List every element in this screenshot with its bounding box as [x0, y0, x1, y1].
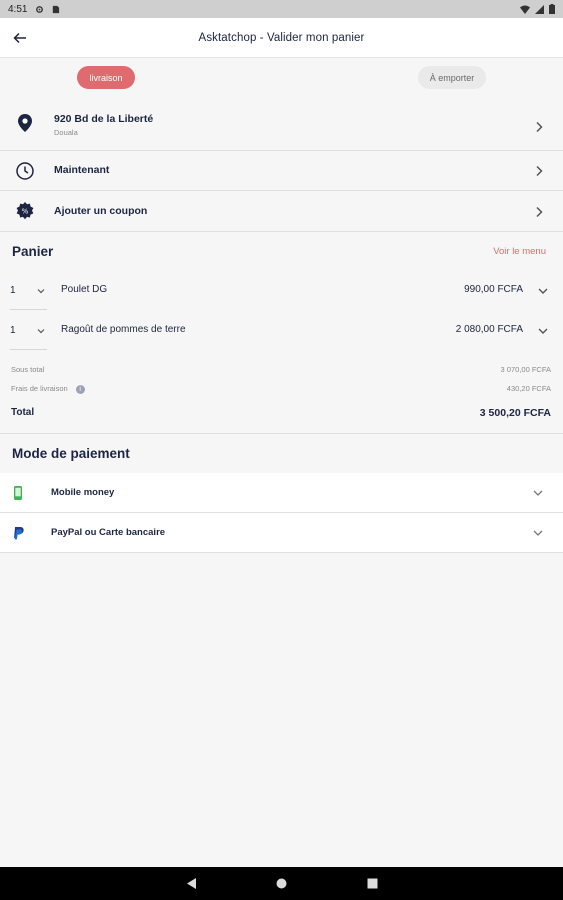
cart-item-price: 990,00 FCFA [464, 284, 523, 295]
mobile-phone-icon [12, 485, 24, 501]
delivery-option[interactable]: livraison [77, 66, 135, 89]
payment-method-paypal[interactable]: PayPal ou Carte bancaire [0, 513, 563, 553]
settings-icon [36, 5, 44, 13]
back-button[interactable] [10, 28, 30, 48]
delivery-fee-value: 430,20 FCFA [506, 384, 551, 393]
cart-item-price: 2 080,00 FCFA [455, 324, 523, 335]
chevron-right-icon [536, 165, 543, 177]
svg-text:%: % [22, 208, 29, 216]
view-menu-link[interactable]: Voir le menu [493, 246, 546, 257]
payment-title: Mode de paiement [12, 446, 130, 461]
chevron-right-icon [536, 121, 543, 133]
delivery-time-label: Maintenant [54, 164, 110, 176]
system-navigation-bar [0, 867, 563, 900]
quantity-selector[interactable]: 1 [10, 272, 47, 310]
quantity-value: 1 [10, 325, 16, 336]
subtotal-label: Sous total [11, 365, 45, 374]
delivery-fee-line: Frais de livraison i 430,20 FCFA [0, 381, 563, 397]
nav-home-icon[interactable] [275, 877, 288, 890]
wifi-icon [520, 5, 530, 14]
cart-item: 1 Ragoût de pommes de terre 2 080,00 FCF… [0, 312, 563, 352]
address-line: 920 Bd de la Liberté [54, 113, 154, 125]
battery-icon [549, 4, 555, 14]
payment-method-name: Mobile money [51, 487, 115, 498]
chevron-right-icon [536, 206, 543, 218]
address-city: Douala [54, 128, 78, 137]
cart-item: 1 Poulet DG 990,00 FCFA [0, 272, 563, 312]
subtotal-value: 3 070,00 FCFA [500, 365, 551, 374]
location-pin-icon [15, 113, 35, 133]
chevron-down-icon [37, 289, 45, 294]
takeaway-option[interactable]: À emporter [418, 66, 486, 89]
coupon-label: Ajouter un coupon [54, 205, 148, 217]
status-bar: 4:51 [0, 0, 563, 18]
payment-method-name: PayPal ou Carte bancaire [51, 527, 166, 538]
quantity-selector[interactable]: 1 [10, 312, 47, 350]
total-value: 3 500,20 FCFA [479, 407, 551, 419]
delivery-time-row[interactable]: Maintenant [0, 151, 563, 191]
page-title: Asktatchop - Valider mon panier [198, 31, 365, 44]
nav-back-icon[interactable] [185, 877, 198, 890]
coupon-row[interactable]: % Ajouter un coupon [0, 191, 563, 232]
cart-item-name: Poulet DG [61, 284, 108, 295]
delivery-mode-toggle: livraison À emporter [0, 66, 563, 91]
chevron-down-icon [37, 329, 45, 334]
app-bar: Asktatchop - Valider mon panier [0, 18, 563, 58]
cart-title: Panier [12, 244, 54, 259]
coupon-badge-icon: % [15, 201, 35, 221]
clock-icon [15, 161, 35, 181]
payment-method-mobile-money[interactable]: Mobile money [0, 473, 563, 513]
chevron-down-icon [533, 490, 543, 496]
info-icon[interactable]: i [75, 384, 85, 394]
total-line: Total 3 500,20 FCFA [0, 400, 563, 434]
paypal-icon [12, 525, 24, 541]
address-row[interactable]: 920 Bd de la Liberté Douala [0, 103, 563, 151]
delivery-fee-label: Frais de livraison [11, 384, 68, 393]
chevron-down-icon[interactable] [538, 326, 548, 336]
status-time: 4:51 [8, 3, 28, 15]
quantity-value: 1 [10, 285, 16, 296]
subtotal-line: Sous total 3 070,00 FCFA [0, 362, 563, 378]
cart-item-name: Ragoût de pommes de terre [61, 324, 186, 335]
arrow-left-icon [13, 32, 26, 44]
chevron-down-icon[interactable] [538, 286, 548, 296]
nav-recents-icon[interactable] [366, 877, 379, 890]
sd-card-icon [53, 5, 60, 13]
chevron-down-icon [533, 530, 543, 536]
signal-icon [535, 4, 544, 14]
total-label: Total [11, 407, 35, 418]
